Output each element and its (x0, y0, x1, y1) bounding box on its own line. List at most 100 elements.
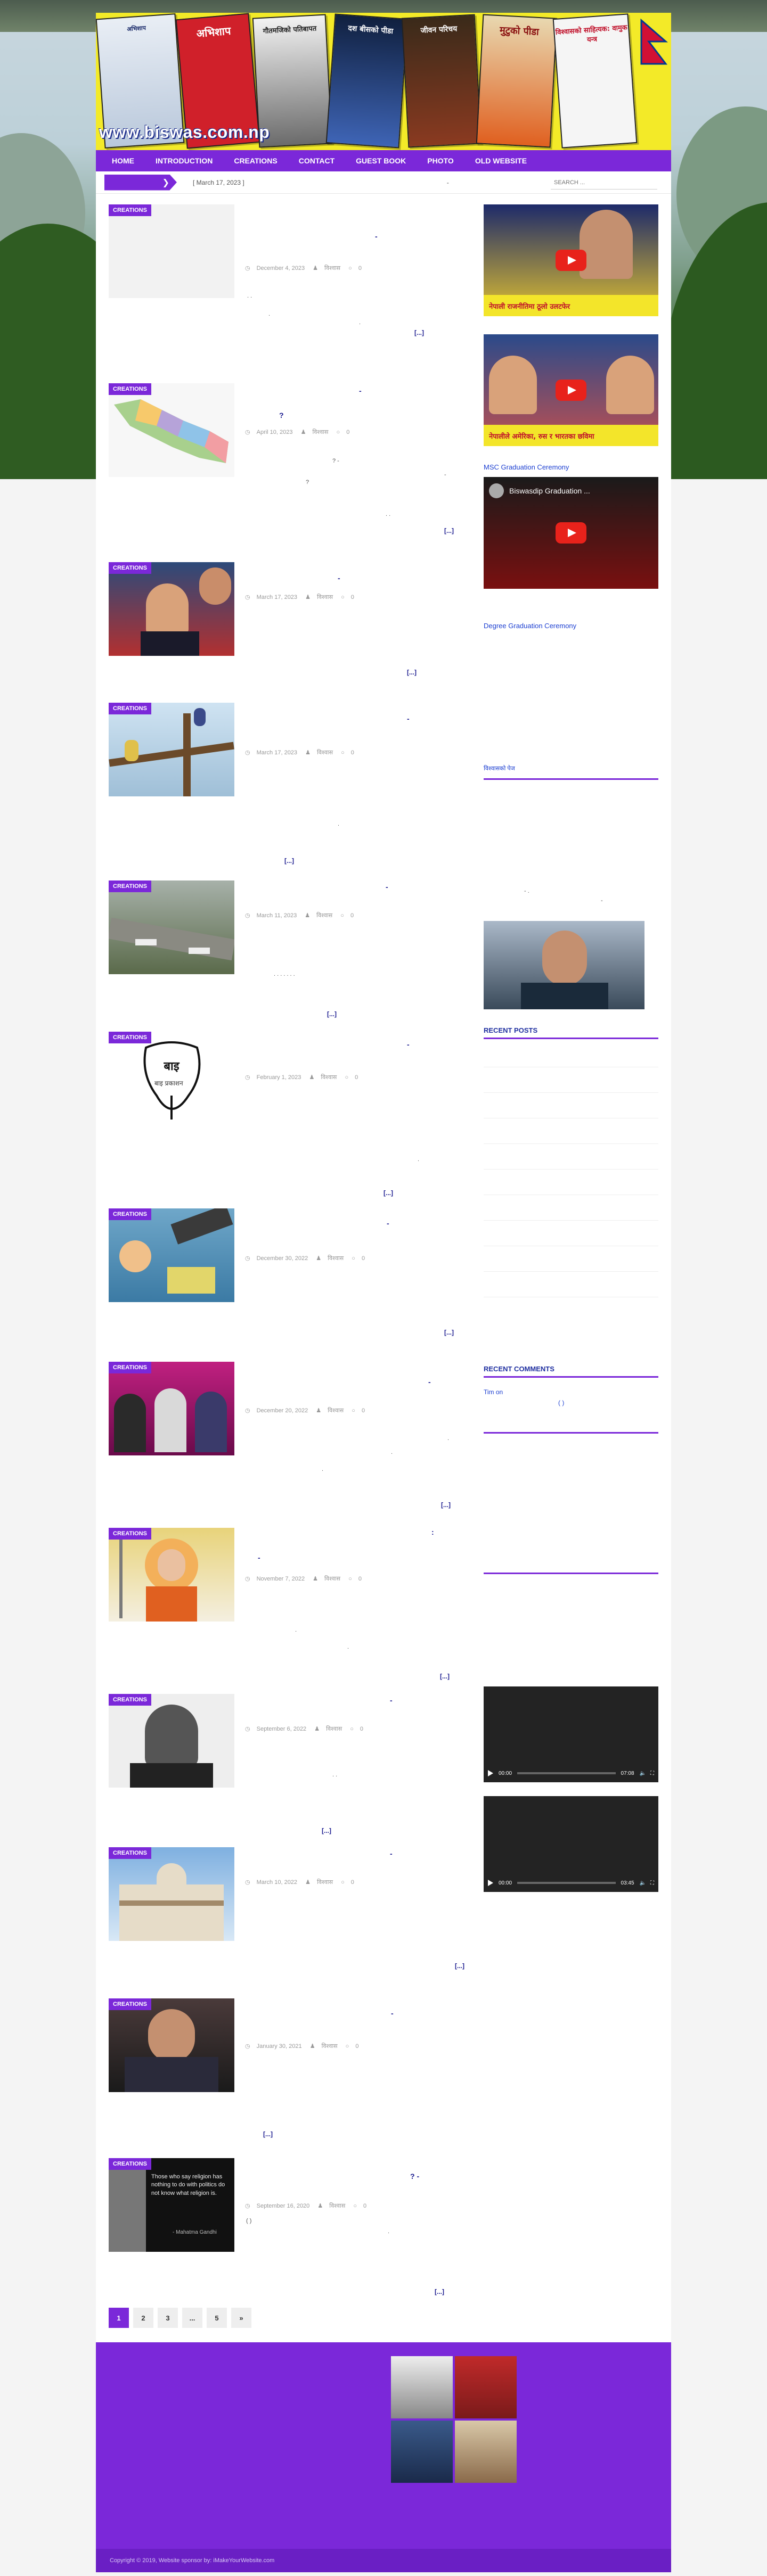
read-more-link[interactable]: [...] (440, 1673, 450, 1680)
volume-icon[interactable]: 🔈 (640, 1771, 646, 1776)
category-badge[interactable]: CREATIONS (109, 880, 151, 892)
site-header-banner[interactable]: अभिशाप अभिशाप गौतमजिको पतिबापत दश बीसको … (96, 13, 671, 150)
post-title-question[interactable]: ? - (410, 2172, 419, 2180)
seek-bar[interactable] (517, 1772, 616, 1774)
page-3-button[interactable]: 3 (158, 2308, 178, 2328)
post-title[interactable]: - (428, 1378, 431, 1386)
post-author[interactable]: विश्वास (317, 750, 333, 756)
play-icon[interactable] (488, 1880, 493, 1886)
read-more-link[interactable]: [...] (327, 1010, 337, 1018)
category-badge[interactable]: CREATIONS (109, 1032, 151, 1043)
post-title[interactable]: - (375, 232, 378, 241)
msc-graduation-link[interactable]: MSC Graduation Ceremony (484, 463, 569, 471)
media-controls[interactable]: 00:00 07:08 🔈 ⛶ (484, 1764, 658, 1782)
post-thumbnail-flood[interactable] (109, 1208, 234, 1302)
post-title[interactable]: - (258, 1553, 260, 1562)
post-title[interactable]: - (359, 386, 362, 395)
degree-graduation-link[interactable]: Degree Graduation Ceremony (484, 622, 576, 630)
post-comments[interactable]: 0 (351, 594, 354, 600)
post-author[interactable]: विश्वास (321, 1074, 337, 1081)
category-badge[interactable]: CREATIONS (109, 204, 151, 216)
post-thumbnail-deity[interactable] (109, 1528, 234, 1622)
post-comments[interactable]: 0 (351, 750, 354, 756)
category-badge[interactable]: CREATIONS (109, 562, 151, 574)
post-thumbnail-tree[interactable] (109, 703, 234, 796)
nav-creations[interactable]: CREATIONS (223, 157, 288, 165)
play-icon[interactable] (488, 1770, 493, 1776)
post-thumbnail-politician[interactable] (109, 562, 234, 656)
video-embed-1[interactable]: नेपाली राजनीतिमा ठूलो उलटफेर (484, 204, 658, 316)
category-badge[interactable]: CREATIONS (109, 703, 151, 714)
video-embed-2[interactable]: नेपालीले अमेरिका, रुस र भारतका छविमा (484, 334, 658, 446)
post-thumbnail-palace[interactable] (109, 1847, 234, 1941)
post-thumbnail-quote[interactable]: Those who say religion has nothing to do… (109, 2158, 234, 2252)
post-thumbnail-airport[interactable] (109, 880, 234, 974)
post-comments[interactable]: 0 (358, 1576, 362, 1582)
post-thumbnail-logo[interactable]: बाइ बाइ प्रकाशन (109, 1032, 234, 1125)
category-badge[interactable]: CREATIONS (109, 383, 151, 395)
ticker-arrow-button[interactable]: ❯ (104, 174, 177, 191)
post-title[interactable]: - (407, 714, 410, 723)
site-logo[interactable]: www.biswas.com.np (99, 122, 270, 142)
post-title[interactable]: - (387, 1219, 389, 1228)
post-thumbnail-official[interactable] (109, 1998, 234, 2092)
post-comments[interactable]: 0 (362, 1255, 365, 1262)
search-input[interactable] (551, 176, 657, 190)
post-author[interactable]: विश्वास (328, 1255, 344, 1262)
post-title[interactable]: - (391, 2009, 394, 2018)
audio-player-2[interactable]: 00:00 03:45 🔈 ⛶ (484, 1796, 658, 1892)
read-more-link[interactable]: [...] (435, 2288, 444, 2295)
read-more-link[interactable]: [...] (263, 2130, 273, 2138)
category-badge[interactable]: CREATIONS (109, 1362, 151, 1373)
nav-introduction[interactable]: INTRODUCTION (145, 157, 223, 165)
post-author[interactable]: विश्वास (329, 2203, 345, 2209)
next-page-button[interactable]: » (231, 2308, 251, 2328)
category-badge[interactable]: CREATIONS (109, 1208, 151, 1220)
post-thumbnail-nepal-map[interactable] (109, 383, 234, 477)
post-author[interactable]: विश्वास (324, 265, 340, 271)
author-photo[interactable] (484, 921, 644, 1009)
read-more-link[interactable]: [...] (441, 1501, 451, 1509)
audio-player-1[interactable]: 00:00 07:08 🔈 ⛶ (484, 1686, 658, 1782)
post-thumbnail[interactable] (109, 204, 234, 298)
post-comments[interactable]: 0 (350, 912, 354, 919)
post-thumbnail-group[interactable] (109, 1362, 234, 1455)
category-badge[interactable]: CREATIONS (109, 1998, 151, 2010)
read-more-link[interactable]: [...] (414, 329, 424, 336)
page-5-button[interactable]: 5 (207, 2308, 227, 2328)
comment-post-link[interactable]: ( ) (558, 1399, 564, 1406)
post-title[interactable]: - (407, 1040, 410, 1049)
youtube-play-icon[interactable] (556, 522, 586, 544)
category-badge[interactable]: CREATIONS (109, 1528, 151, 1540)
nav-contact[interactable]: CONTACT (288, 157, 345, 165)
post-title-question[interactable]: ? (279, 411, 284, 419)
category-badge[interactable]: CREATIONS (109, 2158, 151, 2170)
post-title[interactable]: - (390, 1696, 393, 1705)
post-comments[interactable]: 0 (355, 2043, 358, 2050)
post-author[interactable]: विश्वास (326, 1726, 342, 1732)
category-badge[interactable]: CREATIONS (109, 1847, 151, 1859)
post-comments[interactable]: 0 (358, 265, 362, 271)
unicode-page-link[interactable]: विश्वासको पेज (484, 764, 515, 772)
comment-author[interactable]: Tim on (484, 1388, 503, 1396)
nav-photo[interactable]: PHOTO (417, 157, 464, 165)
video-title[interactable]: Biswasdip Graduation ... (509, 487, 590, 495)
fullscreen-icon[interactable]: ⛶ (650, 1880, 654, 1886)
post-comments[interactable]: 0 (363, 2203, 366, 2209)
category-badge[interactable]: CREATIONS (109, 1694, 151, 1706)
post-author[interactable]: विश्वास (328, 1408, 344, 1414)
read-more-link[interactable]: [...] (322, 1827, 331, 1834)
read-more-link[interactable]: [...] (407, 669, 417, 676)
post-author[interactable]: विश्वास (312, 429, 328, 435)
read-more-link[interactable]: [...] (455, 1962, 464, 1970)
read-more-link[interactable]: [...] (384, 1189, 393, 1197)
post-title[interactable]: : (431, 1528, 434, 1536)
read-more-link[interactable]: [...] (284, 857, 294, 865)
youtube-play-icon[interactable] (556, 250, 586, 271)
volume-icon[interactable]: 🔈 (640, 1880, 646, 1886)
post-thumbnail-portrait[interactable] (109, 1694, 234, 1788)
page-1-button[interactable]: 1 (109, 2308, 129, 2328)
read-more-link[interactable]: [...] (444, 1329, 454, 1336)
nav-guest-book[interactable]: GUEST BOOK (345, 157, 417, 165)
seek-bar[interactable] (517, 1882, 616, 1884)
